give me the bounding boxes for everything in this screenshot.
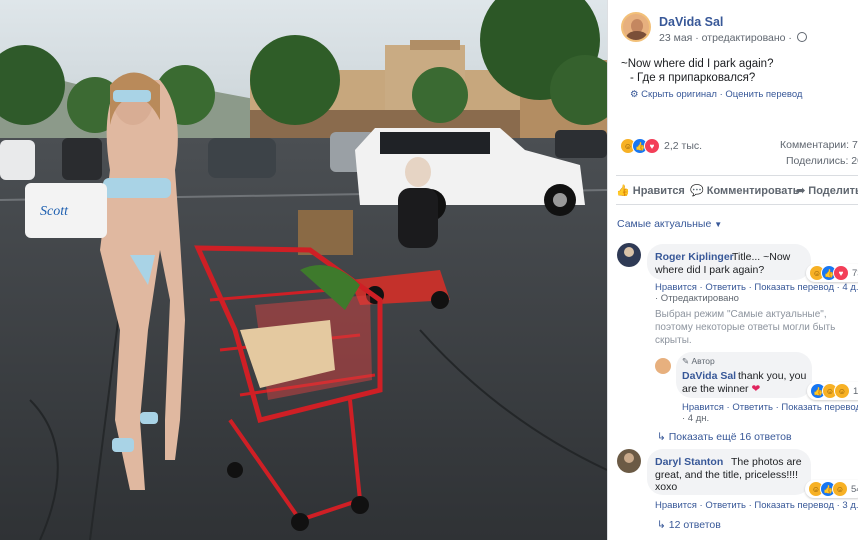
share-button[interactable]: ➦ Поделиться (796, 184, 858, 197)
comment-actions[interactable]: Нравится · Ответить · Показать перевод ·… (655, 282, 858, 293)
comments-count[interactable]: Комментарии: 72 (780, 139, 858, 151)
view-replies[interactable]: ↳ 12 ответов (657, 519, 721, 531)
comment-reactions[interactable]: ☺ 👍 ♥ 73 (806, 264, 858, 282)
divider (616, 204, 858, 205)
haha-reaction-icon: ☺ (834, 383, 850, 399)
comment-button[interactable]: 💬 Комментировать (690, 184, 800, 197)
like-button-label: Нравится (632, 185, 685, 197)
comment-text: xoxo (655, 481, 678, 493)
see-original-link[interactable]: Скрыть оригинал (641, 89, 717, 100)
comment-author[interactable]: Roger Kiplinger (655, 251, 734, 263)
reply-arrow-icon: ↳ (657, 431, 666, 443)
post-author-name[interactable]: DaVida Sal (659, 15, 723, 29)
comment-icon: 💬 (690, 185, 704, 197)
post-meta: 23 мая · отредактировано · (659, 32, 807, 44)
translation-links: ⚙ Скрыть оригинал · Оценить перевод (630, 89, 802, 100)
post-photo[interactable]: Scott (0, 0, 607, 540)
globe-icon (796, 32, 807, 42)
shares-count[interactable]: Поделились: 20 (786, 155, 858, 167)
sort-notice: Выбран режим "Самые актуальные", (655, 309, 827, 320)
show-more-replies[interactable]: ↳ Показать ещё 16 ответов (657, 431, 792, 443)
heart-emoji-icon: ❤ (751, 383, 761, 395)
author-badge: ✎ Автор (682, 356, 715, 367)
post-text-translation: - Где я припарковался? (630, 72, 756, 84)
commenter-avatar[interactable] (617, 449, 641, 473)
comment-actions[interactable]: Нравится · Ответить · Показать перевод ·… (655, 500, 858, 511)
reply-avatar[interactable] (655, 358, 671, 374)
reply-text-line2: are the winner (682, 383, 749, 395)
like-button[interactable]: 👍 Нравится (616, 184, 685, 197)
share-button-label: Поделиться (808, 185, 858, 197)
reply-reactions[interactable]: 👍 ☺ ☺ 15 (807, 382, 858, 400)
comment-reaction-count: 54 (851, 483, 858, 495)
view-replies-label: 12 ответов (668, 519, 721, 531)
pencil-icon: ✎ (682, 356, 690, 366)
sort-label: Самые актуальные (617, 218, 712, 230)
commenter-avatar[interactable] (617, 243, 641, 267)
post-meta-text[interactable]: 23 мая · отредактировано · (659, 32, 792, 44)
sort-notice: скрыты. (655, 335, 692, 346)
author-badge-label: Автор (691, 356, 715, 366)
comment-author[interactable]: Daryl Stanton (655, 456, 723, 468)
comment-reaction-count: 73 (852, 267, 858, 279)
reply-text: are the winner ❤ (682, 383, 760, 395)
comment-sort-dropdown[interactable]: Самые актуальные ▼ (617, 218, 722, 230)
comment-text: where did I park again? (655, 264, 765, 276)
comment-button-label: Комментировать (706, 185, 800, 197)
comment-reactions[interactable]: ☺ 👍 ☺ 54 (805, 480, 858, 498)
chevron-down-icon: ▼ (714, 220, 723, 229)
author-avatar[interactable] (621, 12, 651, 42)
post-reactions-summary[interactable]: ☺ 👍 ♥ 2,2 тыс. (620, 138, 702, 154)
reply-text: thank you, you (738, 370, 807, 382)
comment-edited: · Отредактировано (655, 293, 739, 304)
thumbs-up-icon: 👍 (616, 185, 630, 197)
parking-lot-photo: Scott (0, 0, 607, 540)
reply-actions[interactable]: Нравится · Ответить · Показать перевод (682, 402, 858, 413)
reply-arrow-icon: ↳ (657, 519, 666, 531)
reply-reaction-count: 15 (853, 385, 858, 397)
love-reaction-icon: ♥ (644, 138, 660, 154)
reply-author[interactable]: DaVida Sal (682, 370, 736, 382)
sort-notice: поэтому некоторые ответы могли быть (655, 322, 836, 333)
scott-brand-text: Scott (40, 204, 69, 219)
post-text-original: ~Now where did I park again? (621, 58, 774, 70)
comment-text: The photos are (731, 456, 802, 468)
divider (616, 175, 858, 176)
reaction-count: 2,2 тыс. (664, 140, 703, 152)
wow-reaction-icon: ☺ (832, 481, 848, 497)
post-side-panel: DaVida Sal 23 мая · отредактировано · ~N… (607, 0, 858, 540)
show-more-replies-label: Показать ещё 16 ответов (668, 431, 792, 443)
share-icon: ➦ (796, 185, 806, 197)
reply-time: · 4 дн. (682, 413, 710, 424)
comment-text: Title... ~Now (732, 251, 791, 263)
rate-translation-link[interactable]: · Оценить перевод (720, 89, 803, 100)
love-reaction-icon: ♥ (833, 265, 849, 281)
translate-gear-icon: ⚙ (630, 89, 639, 100)
comment-text: great, and the title, priceless!!!! (655, 469, 798, 481)
